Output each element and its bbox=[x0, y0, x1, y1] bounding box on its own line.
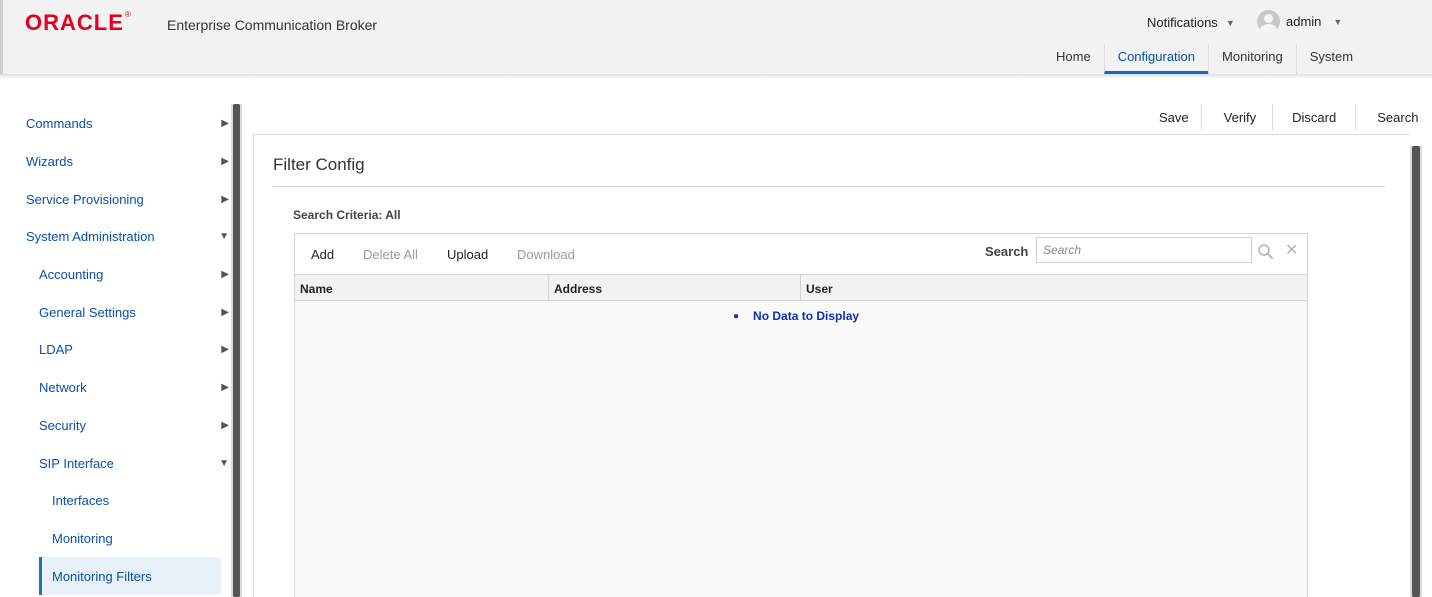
sidebar-item-label: Monitoring bbox=[52, 530, 113, 546]
chevron-right-icon: ▶ bbox=[221, 193, 229, 205]
column-header-name[interactable]: Name bbox=[295, 275, 549, 301]
save-button[interactable]: Save bbox=[1147, 104, 1201, 130]
tab-home[interactable]: Home bbox=[1043, 44, 1104, 74]
sidebar-item-system-administration[interactable]: System Administration ▼ bbox=[26, 217, 229, 255]
page-title: Filter Config bbox=[273, 155, 365, 174]
upload-button[interactable]: Upload bbox=[447, 247, 488, 262]
sidebar-item-wizards[interactable]: Wizards ▶ bbox=[26, 142, 229, 180]
chevron-down-icon: ▼ bbox=[219, 457, 229, 469]
close-icon[interactable]: ✕ bbox=[1285, 240, 1298, 260]
chevron-right-icon: ▶ bbox=[221, 117, 229, 129]
empty-state-message: ● No Data to Display bbox=[733, 309, 859, 323]
sidebar-item-label: Interfaces bbox=[52, 492, 110, 508]
download-button[interactable]: Download bbox=[517, 247, 575, 262]
tab-system[interactable]: System bbox=[1295, 44, 1366, 74]
sidebar-item-general-settings[interactable]: General Settings ▶ bbox=[39, 293, 229, 331]
notifications-label: Notifications bbox=[1147, 15, 1218, 30]
delete-all-button[interactable]: Delete All bbox=[363, 247, 418, 262]
sidebar-item-label: Security bbox=[39, 417, 86, 433]
avatar-icon bbox=[1257, 10, 1280, 33]
filter-table: Add Delete All Upload Download Search ✕ … bbox=[294, 233, 1308, 597]
chevron-right-icon: ▶ bbox=[221, 419, 229, 431]
sidebar-item-service-provisioning[interactable]: Service Provisioning ▶ bbox=[26, 180, 229, 218]
search-icon[interactable] bbox=[1257, 243, 1274, 265]
table-toolbar: Add Delete All Upload Download Search ✕ bbox=[295, 234, 1307, 275]
chevron-right-icon: ▶ bbox=[221, 306, 229, 318]
title-divider bbox=[273, 186, 1385, 187]
main-scrollbar[interactable] bbox=[1410, 146, 1422, 597]
table-search-input[interactable] bbox=[1036, 237, 1252, 263]
tab-configuration[interactable]: Configuration bbox=[1103, 44, 1209, 74]
sidebar-item-network[interactable]: Network ▶ bbox=[39, 368, 229, 406]
sidebar-nav: Commands ▶ Wizards ▶ Service Provisionin… bbox=[3, 104, 229, 597]
user-name: admin bbox=[1286, 14, 1322, 29]
app-title: Enterprise Communication Broker bbox=[167, 17, 378, 33]
oracle-logo[interactable]: ORACLE® bbox=[25, 10, 132, 36]
chevron-right-icon: ▶ bbox=[221, 381, 229, 393]
sidebar-item-accounting[interactable]: Accounting ▶ bbox=[39, 255, 229, 293]
header-shadow bbox=[0, 75, 1432, 79]
sidebar-item-monitoring-filters[interactable]: Monitoring Filters bbox=[39, 557, 221, 595]
search-criteria: Search Criteria: All bbox=[293, 208, 401, 222]
user-menu[interactable]: admin ▼ bbox=[1257, 10, 1342, 33]
sidebar-item-ldap[interactable]: LDAP ▶ bbox=[39, 330, 229, 368]
empty-state-text: No Data to Display bbox=[753, 309, 860, 323]
sidebar-item-label: General Settings bbox=[39, 304, 136, 320]
sidebar-item-label: Monitoring Filters bbox=[52, 568, 152, 584]
sidebar-scrollbar[interactable] bbox=[231, 104, 242, 597]
chevron-down-icon: ▼ bbox=[219, 230, 229, 242]
action-bar: Save Verify Discard Search bbox=[1147, 104, 1431, 134]
discard-button[interactable]: Discard bbox=[1272, 104, 1355, 130]
notifications-menu[interactable]: Notifications ▼ bbox=[1147, 15, 1235, 30]
sidebar-item-label: Accounting bbox=[39, 266, 104, 282]
sidebar-item-label: SIP Interface bbox=[39, 455, 114, 471]
chevron-right-icon: ▶ bbox=[221, 268, 229, 280]
sidebar-item-security[interactable]: Security ▶ bbox=[39, 406, 229, 444]
table-header: Name Address User bbox=[295, 275, 1307, 301]
content-panel: Filter Config Search Criteria: All Add D… bbox=[253, 134, 1409, 597]
add-button[interactable]: Add bbox=[311, 247, 334, 262]
app-header: ORACLE® Enterprise Communication Broker … bbox=[0, 0, 1432, 75]
sidebar-item-label: System Administration bbox=[26, 228, 155, 244]
sidebar-item-commands[interactable]: Commands ▶ bbox=[26, 104, 229, 142]
sidebar-scrollbar-thumb[interactable] bbox=[233, 104, 240, 597]
bullet-icon: ● bbox=[733, 310, 740, 322]
chevron-right-icon: ▶ bbox=[221, 343, 229, 355]
main-scrollbar-thumb[interactable] bbox=[1412, 146, 1420, 597]
top-navigation: Home Configuration Monitoring System bbox=[1043, 44, 1366, 74]
sidebar-item-monitoring[interactable]: Monitoring bbox=[52, 519, 222, 557]
chevron-down-icon: ▼ bbox=[1225, 17, 1235, 28]
chevron-down-icon: ▼ bbox=[1333, 16, 1343, 27]
logo-text: ORACLE bbox=[25, 10, 124, 35]
sidebar-item-sip-interface[interactable]: SIP Interface ▼ bbox=[39, 444, 229, 482]
tab-monitoring[interactable]: Monitoring bbox=[1208, 44, 1296, 74]
sidebar-item-label: Commands bbox=[26, 115, 93, 131]
column-header-user[interactable]: User bbox=[801, 275, 1307, 301]
sidebar-item-interfaces[interactable]: Interfaces bbox=[52, 481, 222, 519]
sidebar-item-label: LDAP bbox=[39, 341, 73, 357]
sidebar-item-label: Wizards bbox=[26, 153, 73, 169]
verify-button[interactable]: Verify bbox=[1200, 104, 1273, 130]
search-button[interactable]: Search bbox=[1355, 104, 1431, 130]
chevron-right-icon: ▶ bbox=[221, 155, 229, 167]
logo-registered-mark: ® bbox=[124, 10, 132, 19]
column-header-address[interactable]: Address bbox=[549, 275, 801, 301]
table-search-label: Search bbox=[985, 244, 1029, 259]
sidebar-item-label: Service Provisioning bbox=[26, 191, 144, 207]
sidebar-item-label: Network bbox=[39, 379, 87, 395]
